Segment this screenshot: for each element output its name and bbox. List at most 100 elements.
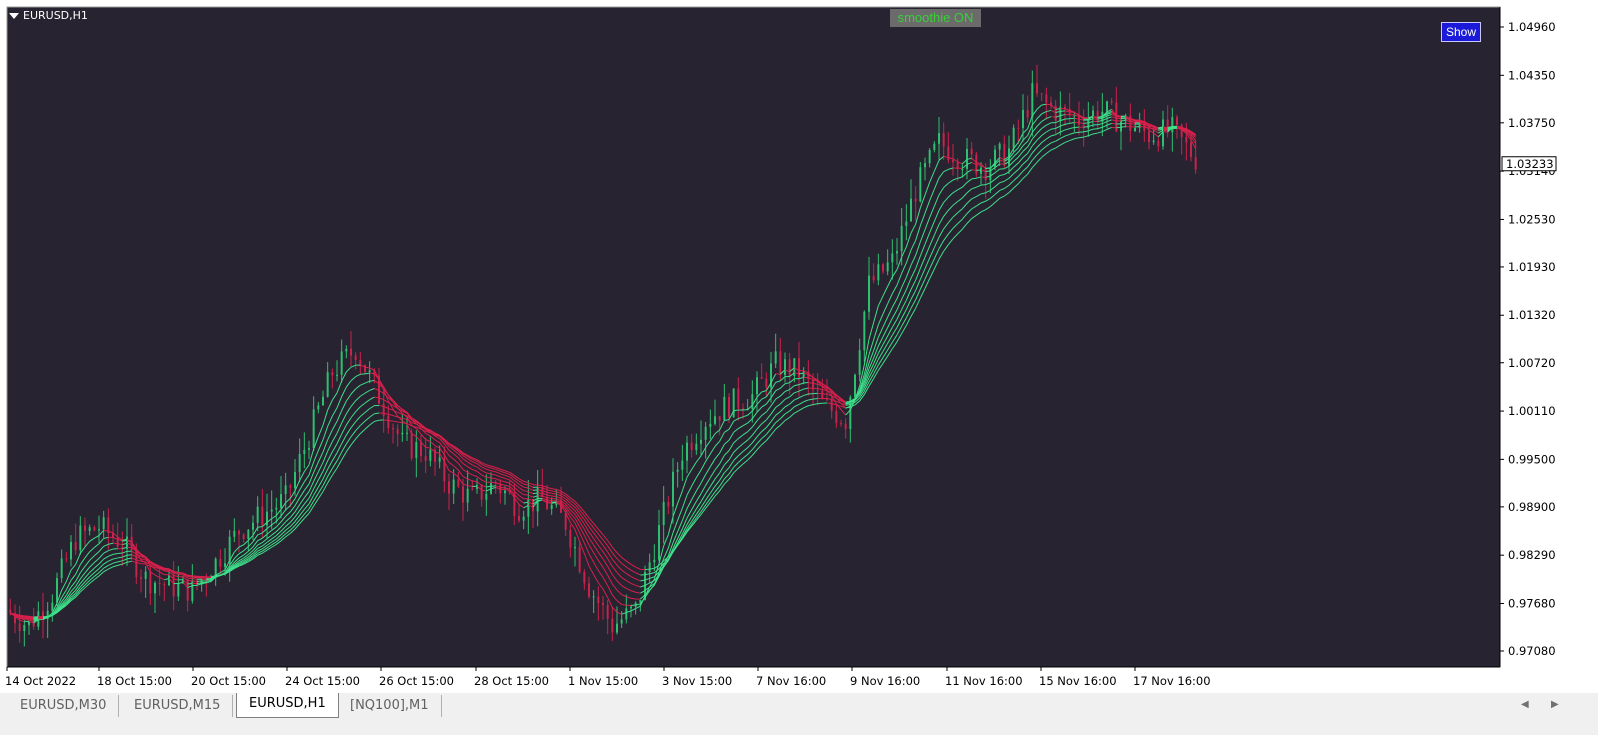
candle-body — [336, 374, 338, 376]
candle-body — [308, 448, 310, 450]
ribbon-line-segment — [10, 612, 16, 615]
candle-body — [261, 506, 264, 526]
date-tick-label: 17 Nov 16:00 — [1133, 674, 1211, 688]
candle-body — [471, 488, 474, 490]
candle-body — [891, 253, 894, 263]
ribbon-line-segment — [980, 184, 986, 186]
ribbon-line-segment — [630, 604, 636, 607]
candle-body — [602, 603, 604, 606]
price-tick-label: 1.00110 — [1508, 404, 1556, 418]
candle-body — [485, 493, 488, 500]
price-tick-label: 0.97680 — [1508, 596, 1556, 610]
candle-body — [690, 442, 693, 451]
candle-body — [672, 471, 674, 507]
candle-body — [317, 405, 320, 410]
dropdown-caret-icon[interactable] — [9, 12, 19, 19]
candle-body — [989, 167, 992, 181]
candle-body — [1082, 124, 1085, 129]
candle-body — [569, 529, 572, 548]
candle-body — [578, 547, 581, 573]
candle-body — [1031, 83, 1034, 118]
candle-body — [270, 509, 273, 512]
candle-body — [163, 584, 166, 586]
ribbon-line-segment — [971, 177, 977, 180]
ribbon-line-segment — [178, 573, 184, 576]
ribbon-line-segment — [112, 542, 118, 545]
candle-body — [368, 370, 371, 373]
candle-body — [93, 527, 96, 531]
candle-body — [592, 596, 595, 598]
candle-body — [340, 351, 343, 375]
ribbon-line-segment — [1078, 136, 1084, 139]
candle-body — [1106, 101, 1108, 112]
candle-body — [760, 377, 763, 379]
candle-body — [737, 388, 740, 409]
candle-body — [1073, 115, 1076, 117]
candle-body — [872, 275, 875, 281]
chart-canvas[interactable]: 1.049601.043501.037501.031401.025301.019… — [0, 0, 1598, 693]
ribbon-line-segment — [364, 372, 370, 375]
candle-body — [1190, 142, 1192, 158]
ribbon-line-segment — [402, 422, 408, 424]
price-tick-label: 0.98290 — [1508, 548, 1556, 562]
candle-body — [681, 460, 684, 470]
price-tick-label: 0.97080 — [1508, 644, 1556, 658]
price-tick-label: 0.99500 — [1508, 452, 1556, 466]
tab-eurusd-m30[interactable]: EURUSD,M30 — [8, 695, 120, 717]
scroll-left-icon[interactable]: ◀ — [1521, 699, 1529, 710]
tab-eurusd-m15[interactable]: EURUSD,M15 — [122, 695, 234, 717]
candle-body — [648, 562, 651, 572]
candle-body — [784, 359, 786, 375]
candle-body — [280, 494, 282, 508]
candle-body — [1040, 93, 1043, 95]
ribbon-line-segment — [1083, 122, 1089, 124]
date-tick-label: 28 Oct 15:00 — [474, 674, 549, 688]
ribbon-line-segment — [649, 567, 655, 570]
candle-body — [863, 311, 866, 351]
ribbon-line-segment — [1120, 122, 1126, 125]
ribbon-line-segment — [257, 526, 263, 528]
candle-body — [961, 168, 964, 170]
candle-body — [676, 469, 679, 472]
ribbon-line-segment — [971, 169, 977, 171]
candle-body — [149, 571, 152, 594]
date-tick-label: 20 Oct 15:00 — [191, 674, 266, 688]
candle-body — [868, 275, 870, 312]
candle-body — [924, 163, 926, 168]
price-tick-label: 1.01320 — [1508, 308, 1556, 322]
ribbon-line-segment — [164, 570, 170, 573]
ribbon-line-segment — [500, 486, 506, 489]
current-price-label: 1.03233 — [1506, 157, 1554, 171]
candle-body — [420, 442, 422, 457]
candle-body — [910, 198, 912, 222]
candle-body — [928, 150, 931, 164]
candle-body — [704, 426, 707, 440]
ribbon-line-segment — [532, 492, 538, 495]
candle-body — [564, 512, 567, 530]
candle-body — [802, 371, 805, 378]
ribbon-line-segment — [192, 580, 198, 582]
candle-body — [140, 577, 142, 579]
ribbon-line-segment — [374, 396, 380, 399]
show-button[interactable]: Show — [1441, 22, 1481, 42]
ribbon-line-segment — [812, 397, 818, 400]
symbol-label[interactable]: EURUSD,H1 — [9, 9, 88, 22]
price-tick-label: 1.02530 — [1508, 212, 1556, 226]
candle-body — [79, 525, 82, 551]
candle-body — [158, 582, 161, 585]
ribbon-line-segment — [733, 409, 739, 412]
candle-body — [686, 442, 688, 461]
candle-body — [345, 348, 348, 352]
chart-window[interactable]: 1.049601.043501.037501.031401.025301.019… — [0, 0, 1598, 693]
ribbon-line-segment — [976, 164, 982, 166]
tab-nq100-m1[interactable]: [NQ100],M1 — [338, 695, 442, 717]
ribbon-line-segment — [537, 499, 543, 502]
ribbon-line-segment — [1074, 131, 1080, 134]
candle-body — [298, 454, 301, 473]
ribbon-line-segment — [523, 494, 529, 496]
candle-body — [177, 583, 180, 597]
tab-eurusd-h1[interactable]: EURUSD,H1 — [236, 693, 339, 718]
scroll-right-icon[interactable]: ▶ — [1551, 699, 1559, 710]
candle-body — [835, 411, 838, 424]
candle-body — [840, 423, 842, 425]
